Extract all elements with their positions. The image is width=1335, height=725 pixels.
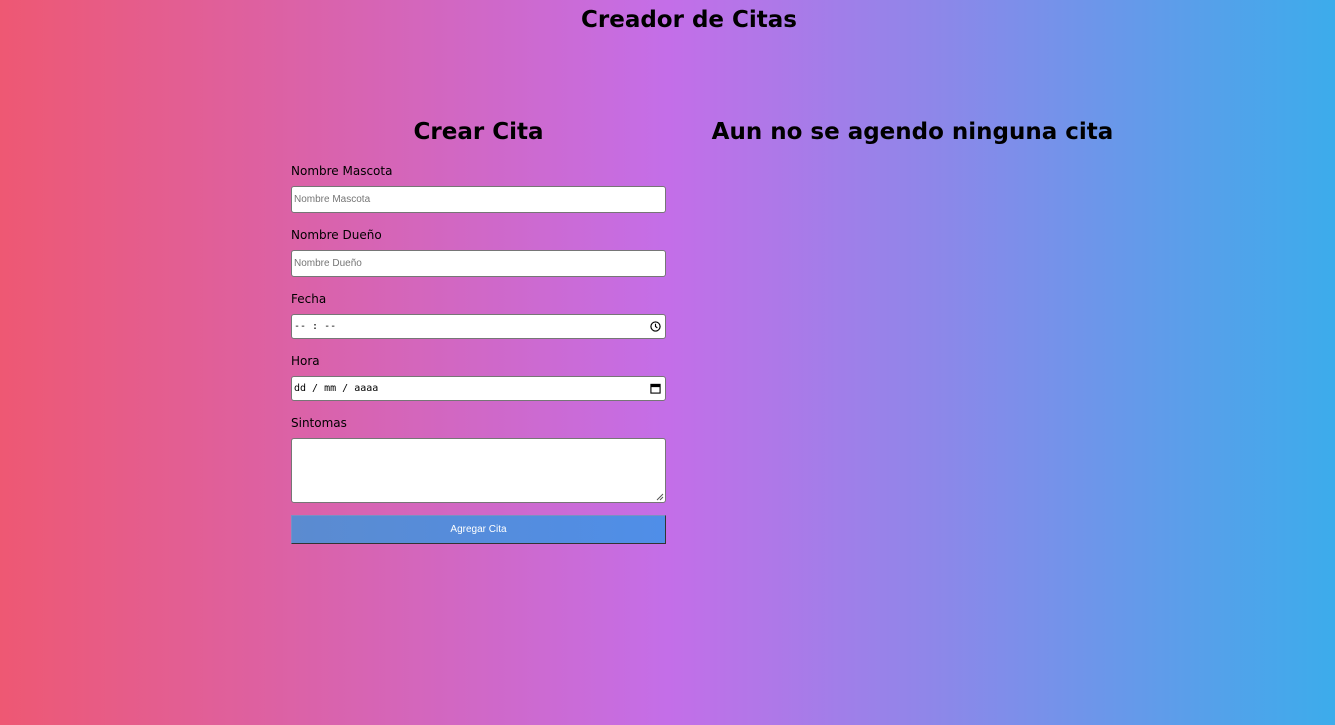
resize-handle-icon[interactable] bbox=[656, 493, 664, 501]
pet-name-input[interactable]: Nombre Mascota bbox=[291, 186, 666, 213]
owner-name-label: Nombre Dueño bbox=[291, 228, 382, 242]
pet-name-placeholder: Nombre Mascota bbox=[294, 194, 371, 205]
date-label: Fecha bbox=[291, 292, 327, 306]
pet-name-label: Nombre Mascota bbox=[291, 164, 393, 178]
appointments-empty-message: Aun no se agendo ninguna cita bbox=[711, 119, 1114, 145]
form-title: Crear Cita bbox=[413, 119, 544, 145]
time-input[interactable]: dd / mm / aaaa bbox=[291, 376, 666, 401]
date-input[interactable]: -- : -- bbox=[291, 314, 666, 339]
symptoms-textarea[interactable] bbox=[291, 438, 666, 503]
calendar-icon[interactable] bbox=[649, 383, 661, 395]
page-title: Creador de Citas bbox=[581, 7, 797, 33]
symptoms-label: Sintomas bbox=[291, 416, 347, 430]
clock-icon[interactable] bbox=[649, 321, 661, 333]
time-input-value: dd / mm / aaaa bbox=[294, 383, 379, 394]
time-label: Hora bbox=[291, 354, 320, 368]
date-input-value: -- : -- bbox=[294, 321, 337, 332]
add-appointment-button[interactable]: Agregar Cita bbox=[291, 515, 666, 544]
appointment-form: Crear Cita Nombre Mascota Nombre Mascota… bbox=[291, 116, 666, 544]
owner-name-input[interactable]: Nombre Dueño bbox=[291, 250, 666, 277]
owner-name-placeholder: Nombre Dueño bbox=[294, 258, 362, 269]
